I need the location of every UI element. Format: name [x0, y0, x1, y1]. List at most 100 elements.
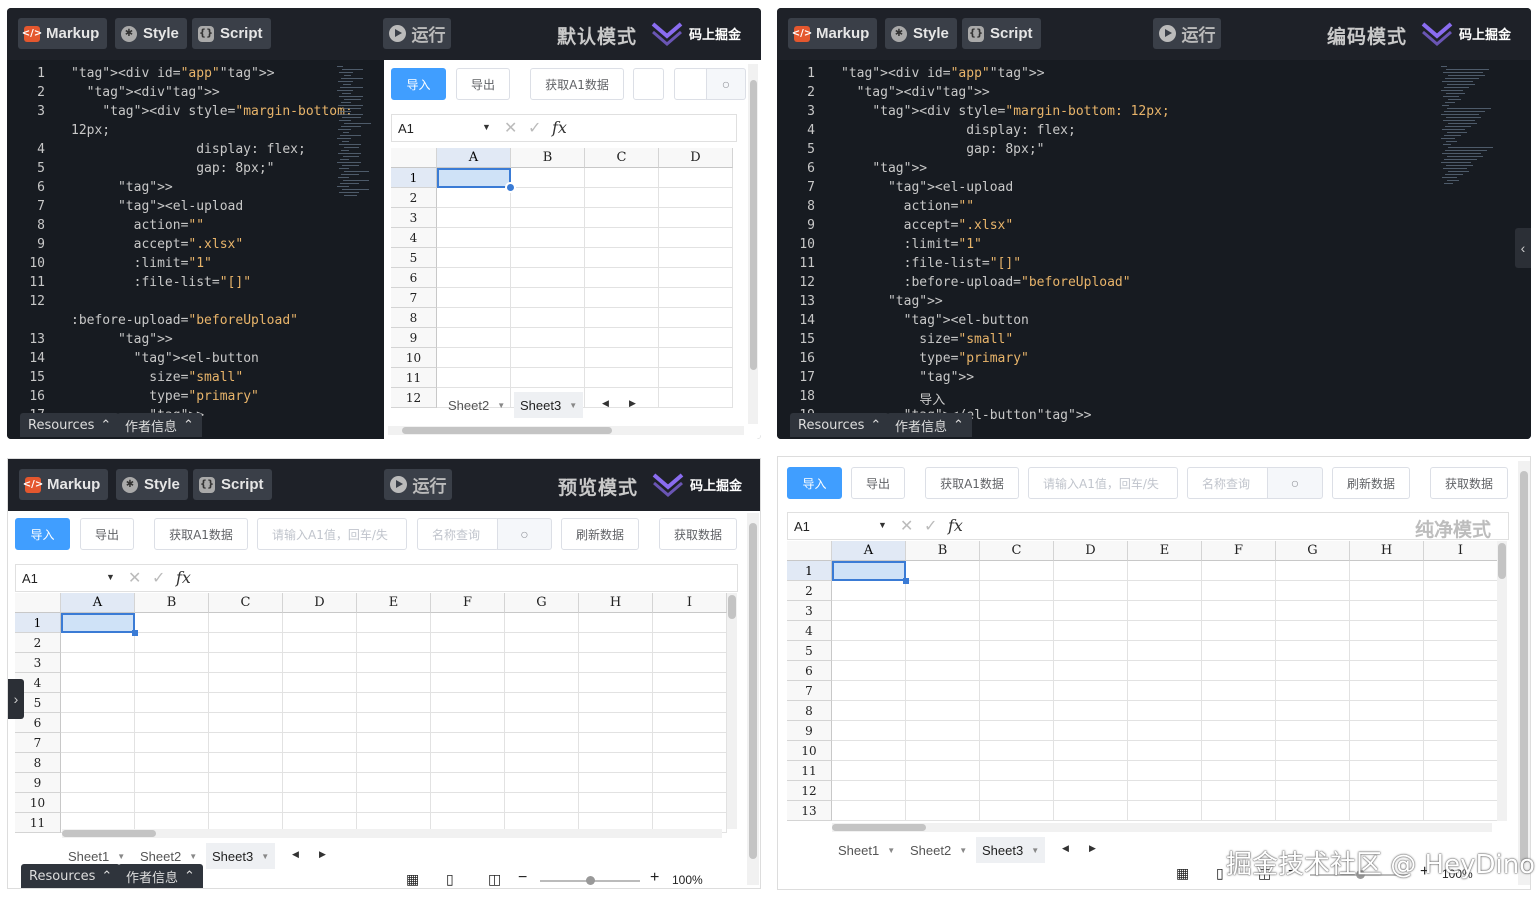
code-line[interactable]: "tag"><el-upload [841, 180, 1013, 195]
code-line[interactable]: display: flex; [71, 142, 306, 157]
search-icon[interactable]: ○ [706, 68, 746, 100]
sheet-prev-icon[interactable]: ◀ [292, 849, 299, 860]
run-button[interactable]: 运行 [1153, 18, 1221, 49]
selected-cell[interactable] [437, 168, 511, 188]
vertical-scrollbar[interactable] [750, 80, 757, 370]
column-header[interactable]: F [1202, 541, 1276, 561]
sheet-tab[interactable]: Sheet2 ▼ [442, 392, 511, 418]
column-header[interactable]: G [505, 593, 579, 613]
name-query-input[interactable] [674, 68, 708, 100]
markup-tab[interactable]: </> Markup [18, 18, 108, 49]
vertical-scrollbar[interactable] [1498, 543, 1506, 579]
column-header[interactable]: A [832, 541, 906, 561]
code-line[interactable]: gap: 8px;" [841, 142, 1044, 157]
run-button[interactable]: 运行 [384, 469, 452, 500]
import-button[interactable]: 导入 [15, 518, 70, 550]
refresh-data-button[interactable]: 刷新数据 [1332, 467, 1410, 499]
a1-input[interactable] [633, 68, 664, 100]
column-header[interactable]: G [1276, 541, 1350, 561]
vertical-scrollbar-track[interactable] [727, 593, 737, 829]
row-header[interactable]: 10 [787, 741, 832, 761]
sheet-tab[interactable]: Sheet2 ▼ [904, 837, 973, 863]
code-line[interactable]: :before-upload="beforeUpload" [841, 275, 1131, 290]
get-data-button[interactable]: 获取数据 [659, 518, 737, 550]
column-header[interactable]: A [437, 148, 511, 168]
code-line[interactable]: type="primary" [71, 389, 259, 404]
row-header[interactable]: 7 [15, 733, 61, 753]
spreadsheet-grid[interactable]: A B C D E F G H I 1 2 3 4 5 6 7 8 9 10 11 12 13 [787, 541, 1498, 821]
page-layout-icon[interactable]: ▯ [1216, 865, 1224, 882]
outer-scrollbar[interactable] [749, 523, 757, 859]
code-line[interactable]: action="" [841, 199, 974, 214]
confirm-icon[interactable]: ✓ [152, 568, 165, 588]
row-header[interactable]: 7 [391, 288, 437, 308]
get-a1-button[interactable]: 获取A1数据 [925, 467, 1019, 499]
code-line[interactable]: gap: 8px;" [71, 161, 274, 176]
column-header[interactable]: D [659, 148, 733, 168]
author-info-tab[interactable]: 作者信息 ⌃ [118, 864, 203, 888]
column-header[interactable]: F [431, 593, 505, 613]
spreadsheet-grid[interactable]: A B C D 1 2 3 4 5 6 7 8 9 10 11 12 [391, 148, 737, 408]
row-header[interactable]: 13 [787, 801, 832, 821]
row-header[interactable]: 9 [15, 773, 61, 793]
expand-editor-icon[interactable]: › [8, 679, 24, 719]
select-all-corner[interactable] [391, 148, 437, 168]
sheet-next-icon[interactable]: ▶ [319, 849, 326, 860]
row-header[interactable]: 8 [787, 701, 832, 721]
cell-reference[interactable]: A1 [398, 121, 414, 136]
outer-scrollbar[interactable] [1520, 471, 1528, 863]
brand-logo[interactable]: 码上掘金 [1421, 20, 1511, 46]
column-header[interactable]: I [653, 593, 727, 613]
resources-tab[interactable]: Resources ⌃ [21, 864, 121, 888]
code-line[interactable]: "tag"><div style="margin-bottom: [71, 104, 352, 119]
code-line[interactable]: :before-upload="beforeUpload" [71, 313, 298, 328]
code-line[interactable]: "tag"><div"tag">> [841, 85, 990, 100]
code-line[interactable]: :limit="1" [841, 237, 982, 252]
row-header[interactable]: 2 [15, 633, 61, 653]
code-line[interactable]: :limit="1" [71, 256, 212, 271]
horizontal-scrollbar-track[interactable] [832, 823, 1492, 832]
column-header[interactable]: D [283, 593, 357, 613]
cell-ref-dropdown-icon[interactable]: ▼ [482, 122, 491, 132]
script-tab[interactable]: {} Script [962, 18, 1041, 49]
cell-ref-dropdown-icon[interactable]: ▼ [106, 572, 115, 582]
code-line[interactable]: "tag"><div style="margin-bottom: 12px; [841, 104, 1169, 119]
sheet-next-icon[interactable]: ▶ [629, 398, 636, 409]
zoom-slider-thumb[interactable] [586, 876, 595, 885]
get-data-button[interactable]: 获取数据 [1430, 467, 1508, 499]
code-editor[interactable]: 1 "tag"><div id="app""tag">> 2 "tag"><div"… [7, 60, 383, 439]
cancel-icon[interactable]: ✕ [128, 568, 141, 588]
column-header[interactable]: B [511, 148, 585, 168]
sheet-tab[interactable]: Sheet1 ▼ [832, 837, 901, 863]
search-icon[interactable]: ○ [497, 518, 552, 550]
get-a1-button[interactable]: 获取A1数据 [530, 68, 624, 100]
import-button[interactable]: 导入 [787, 467, 842, 499]
row-header[interactable]: 12 [391, 388, 437, 408]
cell-ref-dropdown-icon[interactable]: ▼ [878, 520, 887, 530]
row-header[interactable]: 10 [391, 348, 437, 368]
code-line[interactable]: 12px; [71, 123, 110, 138]
import-button[interactable]: 导入 [391, 68, 446, 100]
code-line[interactable]: :file-list="[]" [71, 275, 251, 290]
script-tab[interactable]: {} Script [193, 469, 272, 500]
fill-handle[interactable] [903, 578, 909, 584]
style-tab[interactable]: ✱ Style [885, 18, 957, 49]
column-header[interactable]: D [1054, 541, 1128, 561]
row-header[interactable]: 8 [391, 308, 437, 328]
code-line[interactable]: :file-list="[]" [841, 256, 1021, 271]
code-line[interactable]: "tag">> [71, 180, 173, 195]
row-header[interactable]: 7 [787, 681, 832, 701]
page-layout-icon[interactable]: ▯ [446, 871, 454, 888]
column-header[interactable]: H [579, 593, 653, 613]
code-line[interactable]: display: flex; [841, 123, 1076, 138]
fill-handle[interactable] [132, 630, 138, 636]
sheet-tab-active[interactable]: Sheet3 ▼ [206, 843, 276, 869]
horizontal-scrollbar-track[interactable] [62, 829, 722, 838]
row-header[interactable]: 2 [787, 581, 832, 601]
code-line[interactable]: "tag"><el-button [841, 313, 1029, 328]
column-header[interactable]: H [1350, 541, 1424, 561]
export-button[interactable]: 导出 [80, 518, 134, 550]
zoom-out-icon[interactable]: − [518, 869, 527, 887]
style-tab[interactable]: ✱ Style [116, 469, 188, 500]
code-line[interactable]: "tag"><div id="app""tag">> [71, 66, 275, 81]
